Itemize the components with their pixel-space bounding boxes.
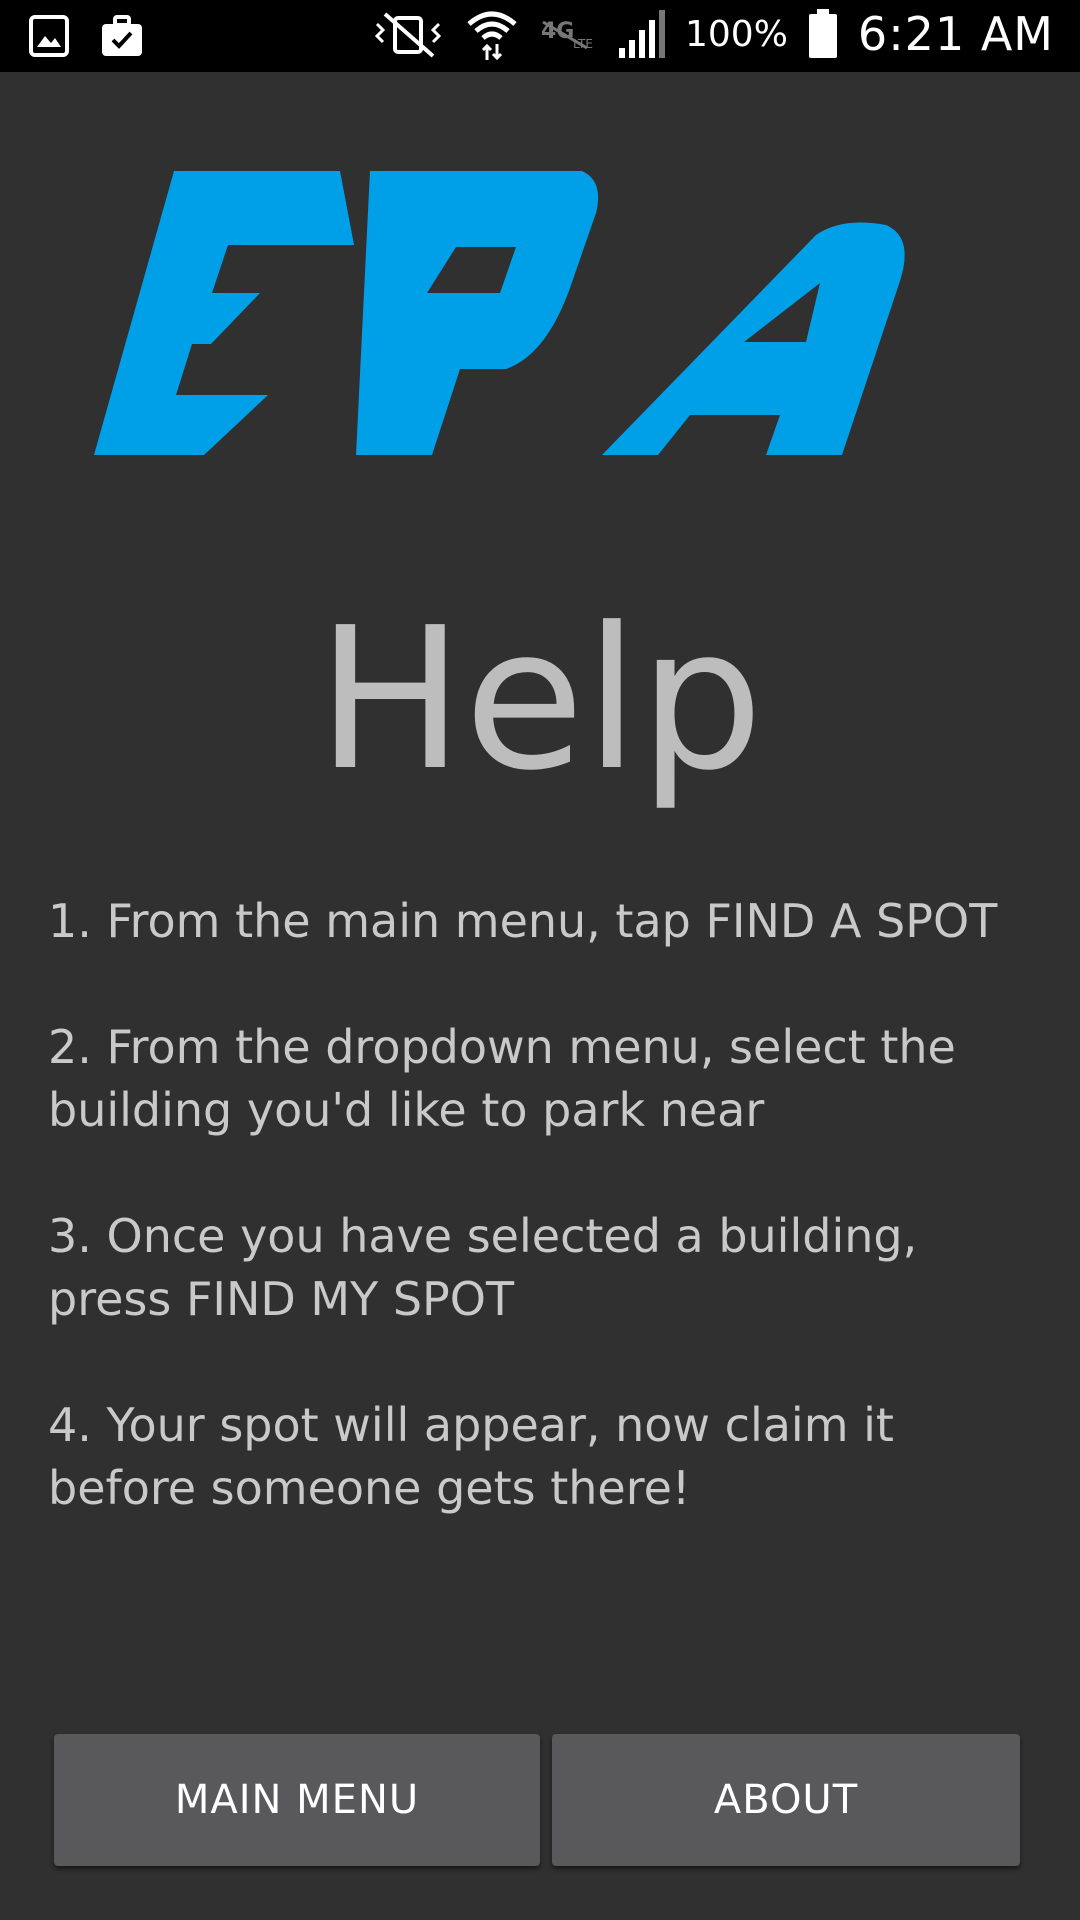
briefcase-icon xyxy=(102,15,142,56)
help-step-4: 4. Your spot will appear, now claim it b… xyxy=(48,1398,894,1515)
status-bar-left xyxy=(28,14,144,58)
help-steps: 1. From the main menu, tap FIND A SPOT 2… xyxy=(48,890,1048,1583)
help-step-3: 3. Once you have selected a building, pr… xyxy=(48,1209,918,1326)
epa-logo xyxy=(94,171,905,455)
vibrate-icon xyxy=(374,12,442,58)
battery-percent: 100% xyxy=(685,13,788,55)
battery-icon xyxy=(808,9,837,58)
status-bar-right: 4G LTE 100% 6:21 AM xyxy=(371,6,1054,62)
lte-icon: 4G LTE xyxy=(541,19,593,51)
help-step-2: 2. From the dropdown menu, select the bu… xyxy=(48,1020,956,1137)
wifi-icon xyxy=(467,11,517,61)
gallery-icon xyxy=(29,15,69,57)
about-button[interactable]: ABOUT xyxy=(552,1734,1020,1866)
status-bar: 4G LTE 100% 6:21 AM xyxy=(0,0,1080,72)
clock: 6:21 AM xyxy=(857,7,1054,61)
signal-icon xyxy=(619,10,665,58)
main-menu-button[interactable]: MAIN MENU xyxy=(54,1734,540,1866)
page-title: Help xyxy=(316,586,764,814)
help-step-1: 1. From the main menu, tap FIND A SPOT xyxy=(48,894,998,948)
